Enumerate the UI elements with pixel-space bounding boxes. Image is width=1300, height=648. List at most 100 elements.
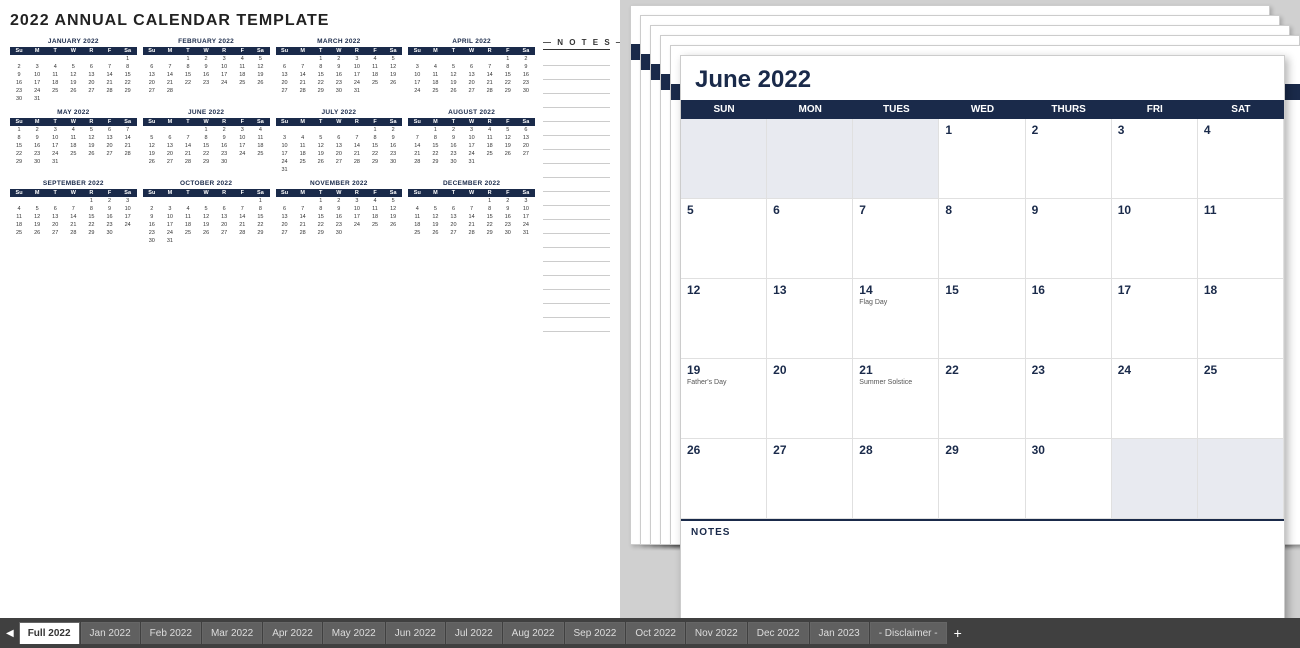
- mini-cal-day-0-3-4: 20: [82, 79, 100, 87]
- notes-line-12: [543, 220, 610, 234]
- tab-add-button[interactable]: +: [948, 625, 968, 641]
- mini-cal-table-8: SuMTWRFSa1234567891011121314151617181920…: [10, 189, 137, 237]
- mini-cal-day-2-3-6: 26: [384, 79, 402, 87]
- mini-cal-day-6-3-1: 18: [294, 150, 312, 158]
- mini-cal-day-1-1-2: 8: [179, 63, 197, 71]
- mini-cal-day-4-3-0: 22: [10, 150, 28, 158]
- mini-cal-day-4-0-5: 6: [100, 126, 118, 134]
- mini-cal-header-6: Sa: [384, 118, 402, 126]
- mini-cal-day-7-4-1: 29: [426, 158, 444, 166]
- mini-cal-day-4-3-6: 28: [119, 150, 137, 158]
- mini-cal-day-9-3-6: 22: [251, 221, 269, 229]
- mini-cal-day-1-1-0: 6: [143, 63, 161, 71]
- mini-cal-day-7-2-6: 20: [517, 142, 535, 150]
- tab-jul-2022[interactable]: Jul 2022: [446, 622, 502, 644]
- mini-cal-day-6-4-0: 24: [276, 158, 294, 166]
- mini-cal-day-3-2-6: 16: [517, 71, 535, 79]
- june-cell-4-5: [1112, 439, 1198, 519]
- june-day-num-2-0: 12: [687, 283, 700, 297]
- june-cell-4-4: 30: [1026, 439, 1112, 519]
- june-day-num-1-0: 5: [687, 203, 694, 217]
- mini-cal-day-5-1-0: 5: [143, 134, 161, 142]
- june-holiday-2-2: Flag Day: [859, 299, 932, 306]
- notes-line-14: [543, 248, 610, 262]
- mini-cal-day-8-2-1: 12: [28, 213, 46, 221]
- notes-label: — N O T E S —: [543, 38, 610, 50]
- mini-cal-day-0-1-6: 8: [119, 63, 137, 71]
- mini-cal-day-5-2-5: 17: [233, 142, 251, 150]
- mini-cal-day-7-0-4: 4: [481, 126, 499, 134]
- mini-cal-header-8: F: [100, 189, 118, 197]
- tab-mar-2022[interactable]: Mar 2022: [202, 622, 262, 644]
- tab-oct-2022[interactable]: Oct 2022: [626, 622, 685, 644]
- tab-nav-prev[interactable]: ◀: [2, 623, 18, 643]
- mini-cal-day-1-4-4: [215, 87, 233, 95]
- mini-cal-day-6-1-2: 5: [312, 134, 330, 142]
- mini-cal-day-5-3-0: 19: [143, 150, 161, 158]
- mini-cal-day-6-1-3: 6: [330, 134, 348, 142]
- mini-cal-day-11-4-2: 27: [444, 229, 462, 237]
- mini-cal-header-4: R: [82, 118, 100, 126]
- mini-cal-day-11-3-5: 23: [499, 221, 517, 229]
- mini-cal-day-9-0-0: [143, 197, 161, 205]
- mini-cal-header-5: M: [161, 118, 179, 126]
- tab-full-2022[interactable]: Full 2022: [19, 622, 80, 644]
- june-day-num-1-3: 8: [945, 203, 952, 217]
- mini-cal-day-4-0-3: 4: [64, 126, 82, 134]
- june-cell-1-1: 6: [767, 199, 853, 279]
- mini-cal-day-3-3-0: 17: [408, 79, 426, 87]
- june-cell-0-6: 4: [1198, 119, 1284, 199]
- mini-cal-day-4-2-1: 16: [28, 142, 46, 150]
- june-cell-3-1: 20: [767, 359, 853, 439]
- mini-cal-day-3-2-2: 12: [444, 71, 462, 79]
- mini-cal-header-4: W: [64, 118, 82, 126]
- mini-cal-day-8-1-4: 8: [82, 205, 100, 213]
- notes-line-8: [543, 164, 610, 178]
- mini-cal-day-5-0-2: [179, 126, 197, 134]
- mini-cal-header-4: M: [28, 118, 46, 126]
- mini-cal-day-5-1-1: 6: [161, 134, 179, 142]
- right-panel: January 2022 SUN MON TUES WED THURS FRI …: [620, 0, 1300, 618]
- mini-cal-day-2-1-4: 10: [348, 63, 366, 71]
- june-cell-1-3: 8: [939, 199, 1025, 279]
- mini-cal-day-0-1-1: 3: [28, 63, 46, 71]
- mini-cal-header-4: T: [46, 118, 64, 126]
- mini-cal-day-0-1-3: 5: [64, 63, 82, 71]
- tab-aug-2022[interactable]: Aug 2022: [503, 622, 564, 644]
- mini-cal-day-11-1-1: 5: [426, 205, 444, 213]
- mini-cal-header-7: R: [481, 118, 499, 126]
- left-panel: 2022 ANNUAL CALENDAR TEMPLATE JANUARY 20…: [0, 0, 620, 618]
- tab-jan-2023[interactable]: Jan 2023: [810, 622, 869, 644]
- mini-cal-day-7-2-4: 18: [481, 142, 499, 150]
- mini-cal-day-3-0-3: [463, 55, 481, 63]
- mini-cal-day-8-3-0: 18: [10, 221, 28, 229]
- mini-cal-day-7-3-3: 24: [463, 150, 481, 158]
- june-day-num-4-0: 26: [687, 443, 700, 457]
- tab-feb-2022[interactable]: Feb 2022: [141, 622, 201, 644]
- tab-apr-2022[interactable]: Apr 2022: [263, 622, 322, 644]
- mini-cal-day-10-1-5: 11: [366, 205, 384, 213]
- tab-jun-2022[interactable]: Jun 2022: [386, 622, 445, 644]
- mini-cal-day-6-0-6: 2: [384, 126, 402, 134]
- june-header-sat: SAT: [1198, 100, 1284, 119]
- mini-cal-header-3: Su: [408, 47, 426, 55]
- mini-cal-day-9-3-5: 21: [233, 221, 251, 229]
- mini-cal-day-2-0-1: [294, 55, 312, 63]
- june-day-num-4-2: 28: [859, 443, 872, 457]
- tab-nov-2022[interactable]: Nov 2022: [686, 622, 747, 644]
- mini-cal-day-9-5-2: [179, 237, 197, 245]
- tab---disclaimer--[interactable]: - Disclaimer -: [870, 622, 947, 644]
- tab-dec-2022[interactable]: Dec 2022: [748, 622, 809, 644]
- mini-cal-day-5-1-5: 10: [233, 134, 251, 142]
- mini-cal-day-5-0-4: 2: [215, 126, 233, 134]
- tab-may-2022[interactable]: May 2022: [323, 622, 385, 644]
- mini-cal-day-6-1-0: 3: [276, 134, 294, 142]
- june-cell-2-5: 17: [1112, 279, 1198, 359]
- notes-line-6: [543, 136, 610, 150]
- mini-cal-day-9-0-4: [215, 197, 233, 205]
- tab-jan-2022[interactable]: Jan 2022: [81, 622, 140, 644]
- mini-cal-day-4-2-6: 21: [119, 142, 137, 150]
- mini-cal-day-8-2-2: 13: [46, 213, 64, 221]
- mini-cal-day-11-2-1: 12: [426, 213, 444, 221]
- tab-sep-2022[interactable]: Sep 2022: [565, 622, 626, 644]
